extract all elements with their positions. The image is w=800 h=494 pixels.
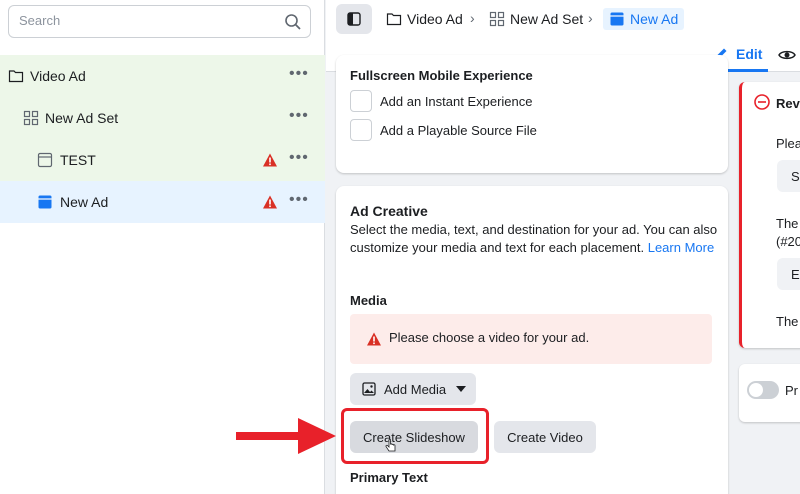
arrow-right-icon <box>236 418 336 454</box>
checkbox[interactable] <box>350 119 372 141</box>
search-box[interactable] <box>8 5 311 38</box>
create-video-button[interactable]: Create Video <box>494 421 596 453</box>
button-label: Ec <box>791 267 800 282</box>
image-icon <box>362 382 376 396</box>
toggle-label: Pr <box>785 383 798 398</box>
error-alert: Please choose a video for your ad. <box>350 314 712 364</box>
ad-icon-filled <box>610 12 624 26</box>
review-action-button[interactable]: Ec <box>777 258 800 290</box>
breadcrumb-ad[interactable]: New Ad <box>603 8 685 30</box>
warning-icon <box>367 332 381 346</box>
breadcrumb-label: New Ad <box>630 11 679 27</box>
fullscreen-card: Fullscreen Mobile Experience Add an Inst… <box>336 55 728 173</box>
caret-down-icon <box>456 386 467 392</box>
search-icon[interactable] <box>284 13 302 31</box>
warning-icon <box>263 195 277 209</box>
folder-icon <box>8 70 24 83</box>
highlight-box <box>341 408 489 464</box>
toggle-sidebar-button[interactable] <box>336 4 372 34</box>
sidebar-icon <box>347 12 361 26</box>
media-label: Media <box>350 293 387 308</box>
breadcrumb-label: New Ad Set <box>510 11 584 27</box>
tree-item-ad-new[interactable]: New Ad ••• <box>0 181 325 223</box>
tree-item-ad-test[interactable]: TEST ••• <box>0 139 325 181</box>
ad-icon <box>37 152 53 168</box>
more-icon[interactable]: ••• <box>289 192 308 208</box>
alert-text: Please choose a video for your ad. <box>389 330 590 345</box>
review-text: The <box>776 314 799 329</box>
button-label: Add Media <box>384 381 447 397</box>
primary-text-label: Primary Text <box>350 470 428 485</box>
tree-item-adset[interactable]: New Ad Set ••• <box>0 97 325 139</box>
grid-icon <box>23 110 39 126</box>
option-label: Add an Instant Experience <box>380 93 533 109</box>
instant-experience-option[interactable]: Add an Instant Experience <box>350 90 533 112</box>
checkbox[interactable] <box>350 90 372 112</box>
add-media-button[interactable]: Add Media <box>350 373 476 405</box>
review-text: Plea <box>776 136 800 151</box>
option-label: Add a Playable Source File <box>380 122 537 138</box>
more-icon[interactable]: ••• <box>289 108 308 124</box>
tree-item-label: New Ad <box>60 194 109 210</box>
tab-label: Edit <box>736 46 763 62</box>
section-description: Select the media, text, and destination … <box>350 221 720 257</box>
learn-more-link[interactable]: Learn More <box>648 240 714 255</box>
breadcrumb-adset[interactable]: New Ad Set <box>489 10 583 28</box>
grid-icon <box>489 11 505 27</box>
review-text: The <box>776 216 799 231</box>
more-icon[interactable]: ••• <box>289 66 308 82</box>
button-label: Se <box>791 169 800 184</box>
review-card: Revi Plea Se The (#20 Ec The <box>739 82 800 348</box>
eye-icon[interactable] <box>778 48 796 62</box>
review-title: Revi <box>776 96 800 111</box>
section-title: Ad Creative <box>350 203 428 219</box>
search-input[interactable] <box>19 13 269 28</box>
ad-icon-filled <box>38 195 52 209</box>
error-circle-icon <box>754 94 770 110</box>
more-icon[interactable]: ••• <box>289 150 308 166</box>
tree-item-campaign[interactable]: Video Ad ••• <box>0 55 325 97</box>
breadcrumb-campaign[interactable]: Video Ad <box>386 10 463 28</box>
tree-item-label: TEST <box>60 152 96 168</box>
warning-icon <box>263 153 277 167</box>
preview-toggle[interactable] <box>747 381 779 399</box>
breadcrumb-label: Video Ad <box>407 11 463 27</box>
folder-icon <box>386 13 402 26</box>
review-text: (#20 <box>776 234 800 249</box>
tree-item-label: New Ad Set <box>45 110 119 126</box>
chevron-right-icon: › <box>588 10 593 26</box>
preview-card: Pr <box>739 364 800 422</box>
button-label: Create Video <box>507 429 583 445</box>
review-action-button[interactable]: Se <box>777 160 800 192</box>
chevron-right-icon: › <box>470 10 475 26</box>
playable-source-option[interactable]: Add a Playable Source File <box>350 119 537 141</box>
section-title: Fullscreen Mobile Experience <box>350 68 533 83</box>
tree-item-label: Video Ad <box>30 68 86 84</box>
